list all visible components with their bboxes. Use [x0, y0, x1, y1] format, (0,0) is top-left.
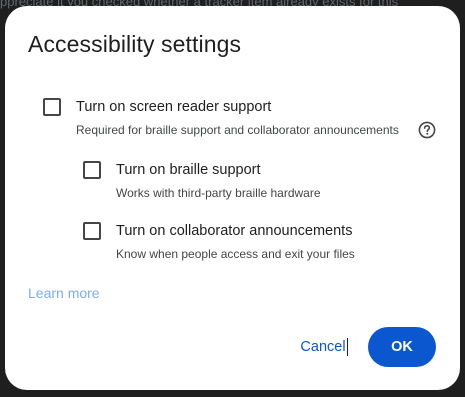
cancel-button[interactable]: Cancel — [293, 327, 353, 367]
learn-more-link[interactable]: Learn more — [28, 285, 100, 301]
ok-button[interactable]: OK — [368, 327, 436, 367]
dialog-title: Accessibility settings — [28, 31, 242, 57]
text-cursor — [347, 338, 348, 356]
braille-support-checkbox[interactable] — [83, 161, 101, 179]
screen-reader-description: Required for braille support and collabo… — [76, 123, 399, 137]
collaborator-announcements-checkbox[interactable] — [83, 222, 101, 240]
collaborator-announcements-description: Know when people access and exit your fi… — [116, 247, 355, 261]
braille-support-description: Works with third-party braille hardware — [116, 186, 321, 200]
collaborator-announcements-label[interactable]: Turn on collaborator announcements — [116, 223, 352, 239]
screen-reader-label[interactable]: Turn on screen reader support — [76, 99, 271, 115]
braille-support-label[interactable]: Turn on braille support — [116, 162, 261, 178]
help-circle-icon[interactable] — [418, 121, 436, 139]
accessibility-settings-dialog: Accessibility settings Turn on screen re… — [5, 6, 460, 390]
screen-reader-checkbox[interactable] — [43, 98, 61, 116]
